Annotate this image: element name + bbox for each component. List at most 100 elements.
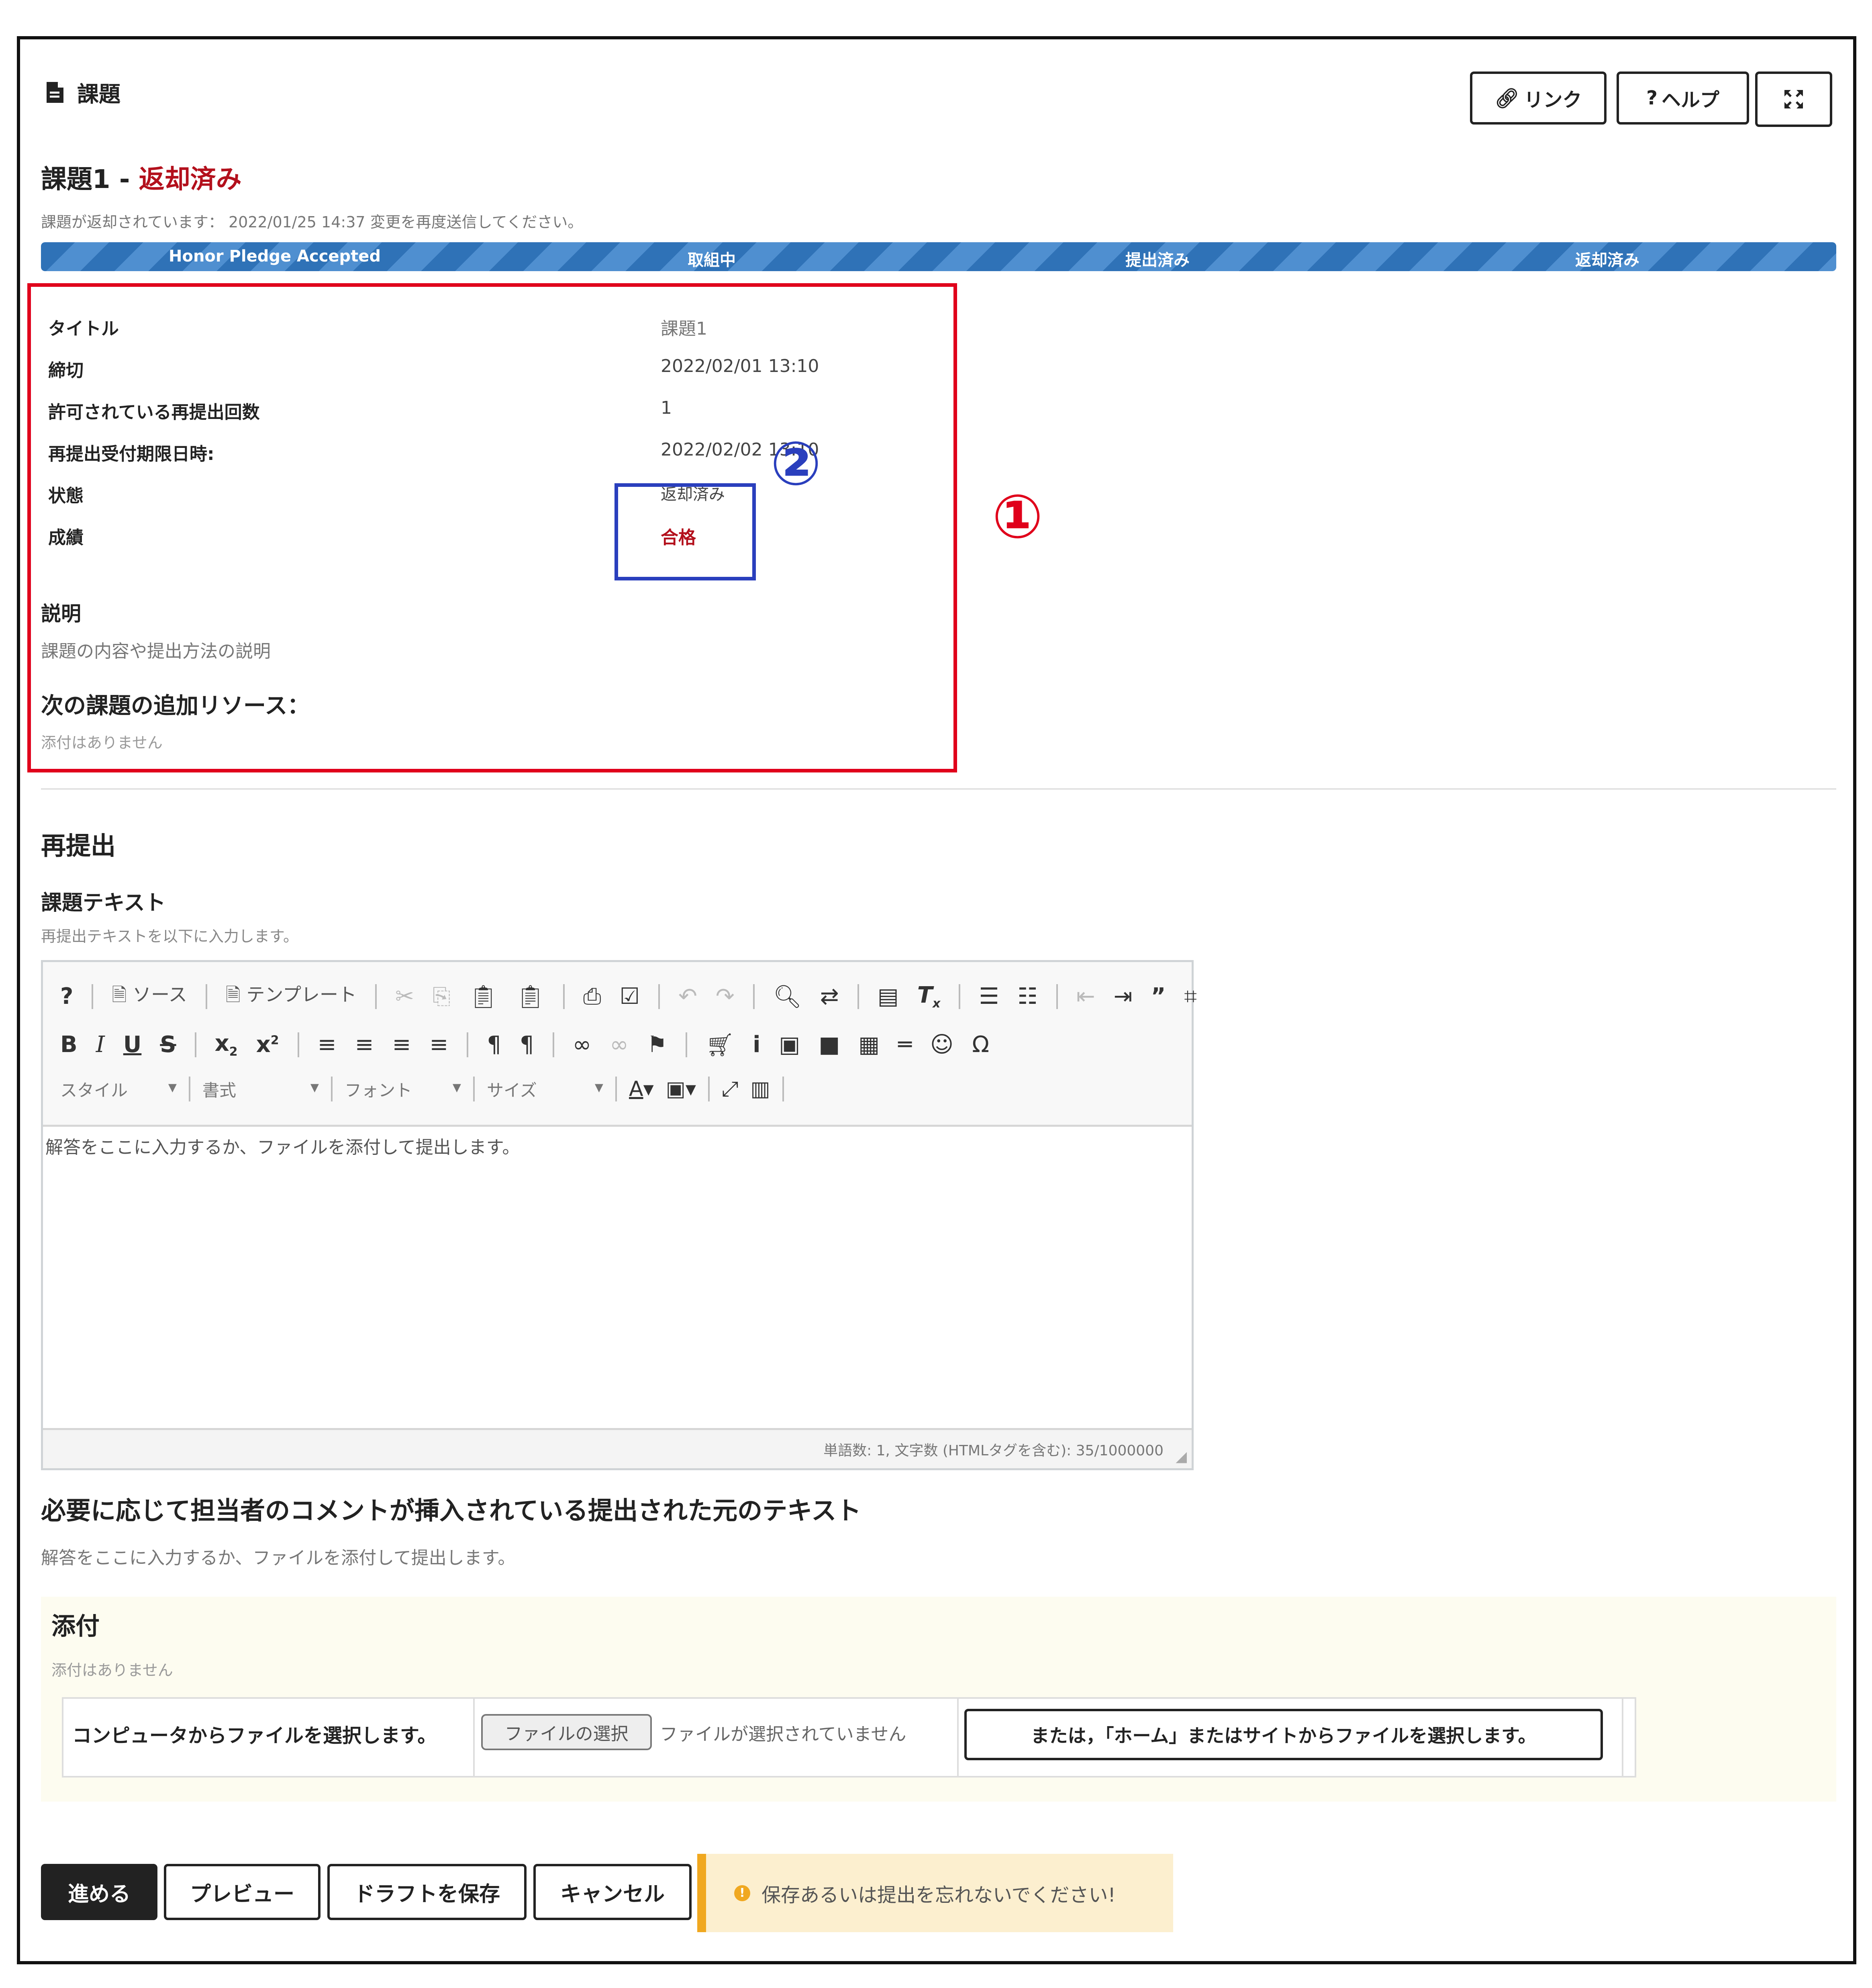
spellcheck-icon[interactable]: ☑ bbox=[620, 983, 640, 1009]
image-icon[interactable]: ▣ bbox=[779, 1032, 800, 1058]
font-select[interactable]: フォント ▾ bbox=[345, 1077, 461, 1101]
toolbar-separator bbox=[205, 984, 207, 1009]
assignment-text-hint: 再提出テキストを以下に入力します。 bbox=[41, 928, 299, 945]
chevron-down-icon: ▾ bbox=[168, 1077, 177, 1097]
template-button[interactable]: 🗎︎ テンプレート bbox=[226, 980, 357, 1013]
toolbar-separator bbox=[552, 1032, 554, 1057]
assignment-name: 課題1 bbox=[41, 165, 110, 194]
toolbar-separator bbox=[375, 984, 377, 1009]
progress-step-in-progress: 取組中 bbox=[688, 251, 736, 270]
choose-from-home-button[interactable]: または，「ホーム」またはサイトからファイルを選択します。 bbox=[964, 1709, 1603, 1760]
horizontal-rule-icon[interactable]: ═ bbox=[898, 1032, 912, 1058]
cut-icon[interactable]: ✂︎ bbox=[395, 983, 414, 1009]
assignment-text-heading: 課題テキスト bbox=[41, 891, 166, 915]
copy-icon[interactable]: ⎘ bbox=[433, 983, 451, 1010]
chevron-down-icon: ▾ bbox=[594, 1077, 603, 1097]
submit-button[interactable]: 進める bbox=[41, 1864, 157, 1920]
toolbar-separator bbox=[563, 984, 565, 1009]
anchor-flag-icon[interactable]: ⚑ bbox=[647, 1032, 667, 1058]
file-picker-label: コンピュータからファイルを選択します。 bbox=[72, 1724, 437, 1747]
attachments-none-text: 添付はありません bbox=[51, 1661, 173, 1679]
toolbar-separator bbox=[467, 1032, 469, 1057]
cancel-button[interactable]: キャンセル bbox=[533, 1864, 692, 1920]
rtl-icon[interactable]: ¶ bbox=[520, 1032, 534, 1058]
toolbar-separator bbox=[473, 1077, 475, 1101]
resize-handle-icon[interactable]: ◢ bbox=[1176, 1449, 1187, 1465]
save-reminder-text: 保存あるいは提出を忘れないでください! bbox=[761, 1884, 1116, 1906]
paste-text-icon[interactable]: 📋︎ bbox=[516, 983, 545, 1010]
link-icon: 🔗︎ bbox=[1494, 87, 1519, 110]
italic-icon[interactable]: I bbox=[96, 1032, 105, 1058]
outdent-icon[interactable]: ⇤ bbox=[1076, 983, 1095, 1009]
format-select[interactable]: 書式 ▾ bbox=[202, 1077, 319, 1101]
superscript-icon[interactable]: x2 bbox=[256, 1032, 279, 1058]
align-right-icon[interactable]: ≡ bbox=[392, 1032, 411, 1058]
ltr-icon[interactable]: ¶ bbox=[487, 1032, 501, 1058]
find-icon[interactable]: 🔍︎ bbox=[773, 983, 802, 1010]
choose-file-button[interactable]: ファイルの選択 bbox=[481, 1714, 652, 1750]
toolbar-separator bbox=[189, 1077, 190, 1101]
help-icon[interactable]: ? bbox=[60, 983, 73, 1009]
size-select-label: サイズ bbox=[487, 1080, 537, 1100]
paste-icon[interactable]: 📋︎ bbox=[469, 983, 498, 1010]
toolbar-separator bbox=[297, 1032, 299, 1057]
table-icon[interactable]: ▦ bbox=[858, 1032, 880, 1058]
help-icon: ? bbox=[1646, 87, 1658, 109]
align-center-icon[interactable]: ≡ bbox=[355, 1032, 374, 1058]
print-icon[interactable]: ⎙ bbox=[583, 983, 601, 1010]
show-blocks-icon[interactable]: ▥ bbox=[751, 1077, 770, 1101]
size-select[interactable]: サイズ ▾ bbox=[487, 1077, 603, 1101]
movie-icon[interactable]: ■ bbox=[819, 1032, 840, 1058]
font-select-label: フォント bbox=[345, 1080, 412, 1100]
replace-icon[interactable]: ⇄ bbox=[820, 983, 839, 1009]
original-text-heading: 必要に応じて担当者のコメントが挿入されている提出された元のテキスト bbox=[41, 1496, 861, 1525]
source-button[interactable]: 🗎︎ ソース bbox=[112, 980, 187, 1013]
creatediv-icon[interactable]: ⌗ bbox=[1184, 983, 1197, 1010]
page-title: 課題 bbox=[77, 82, 120, 107]
fullscreen-button[interactable] bbox=[1755, 72, 1832, 127]
align-left-icon[interactable]: ≡ bbox=[318, 1032, 337, 1058]
template-button-label: テンプレート bbox=[246, 984, 357, 1005]
underline-icon[interactable]: U bbox=[123, 1032, 141, 1058]
numbered-list-icon[interactable]: ☰ bbox=[979, 983, 999, 1009]
assignment-heading: 課題1 - 返却済み bbox=[41, 159, 242, 196]
indent-icon[interactable]: ⇥ bbox=[1114, 983, 1133, 1009]
undo-icon[interactable]: ↶ bbox=[678, 983, 697, 1009]
toolbar-separator bbox=[959, 984, 961, 1009]
strikethrough-icon[interactable]: S bbox=[160, 1032, 176, 1058]
save-reminder-banner: ! 保存あるいは提出を忘れないでください! bbox=[697, 1854, 1173, 1932]
assignment-status: 返却済み bbox=[139, 165, 242, 194]
style-select[interactable]: スタイル ▾ bbox=[60, 1077, 177, 1101]
toolbar-separator bbox=[658, 984, 660, 1009]
subscript-icon[interactable]: x2 bbox=[215, 1030, 238, 1059]
editor-content-area[interactable]: 解答をここに入力するか、ファイルを添付して提出します。 bbox=[45, 1133, 520, 1158]
special-char-icon[interactable]: Ω bbox=[972, 1032, 989, 1058]
redo-icon[interactable]: ↷ bbox=[716, 983, 735, 1009]
background-color-icon[interactable]: ▣▾ bbox=[666, 1077, 696, 1101]
preview-button[interactable]: プレビュー bbox=[164, 1864, 321, 1920]
cart-icon[interactable]: 🛒︎ bbox=[706, 1032, 734, 1058]
link-button[interactable]: 🔗︎ リンク bbox=[1470, 72, 1607, 125]
align-justify-icon[interactable]: ≡ bbox=[429, 1032, 448, 1058]
smiley-icon[interactable]: ☺ bbox=[930, 1032, 953, 1058]
unlink-icon[interactable]: ∞ bbox=[610, 1032, 629, 1058]
help-button[interactable]: ? ヘルプ bbox=[1617, 72, 1749, 125]
remove-format-icon[interactable]: Tx bbox=[917, 982, 941, 1011]
source-button-label: ソース bbox=[133, 984, 187, 1005]
select-all-icon[interactable]: ▤ bbox=[878, 983, 899, 1009]
toolbar-separator bbox=[708, 1077, 710, 1101]
text-color-icon[interactable]: A▾ bbox=[629, 1077, 654, 1101]
maximize-icon[interactable]: ⤢ bbox=[722, 1077, 739, 1101]
progress-bar: Honor Pledge Accepted 取組中 提出済み 返却済み bbox=[41, 242, 1836, 271]
link-icon[interactable]: ∞ bbox=[573, 1032, 592, 1058]
save-draft-button[interactable]: ドラフトを保存 bbox=[327, 1864, 527, 1920]
progress-step-submitted: 提出済み bbox=[1125, 251, 1190, 270]
annotation-marker-2: ② bbox=[770, 429, 822, 499]
info-icon[interactable]: i bbox=[753, 1032, 760, 1058]
bold-icon[interactable]: B bbox=[60, 1032, 78, 1058]
bulleted-list-icon[interactable]: ☷ bbox=[1018, 983, 1038, 1009]
blockquote-icon[interactable]: ” bbox=[1151, 983, 1166, 1009]
toolbar-separator bbox=[1056, 984, 1058, 1009]
editor-toolbar-row-3: スタイル ▾ 書式 ▾ フォント ▾ サイズ ▾ A▾ ▣▾ ⤢ ▥ bbox=[60, 1077, 784, 1101]
file-picker-divider bbox=[1622, 1699, 1623, 1776]
